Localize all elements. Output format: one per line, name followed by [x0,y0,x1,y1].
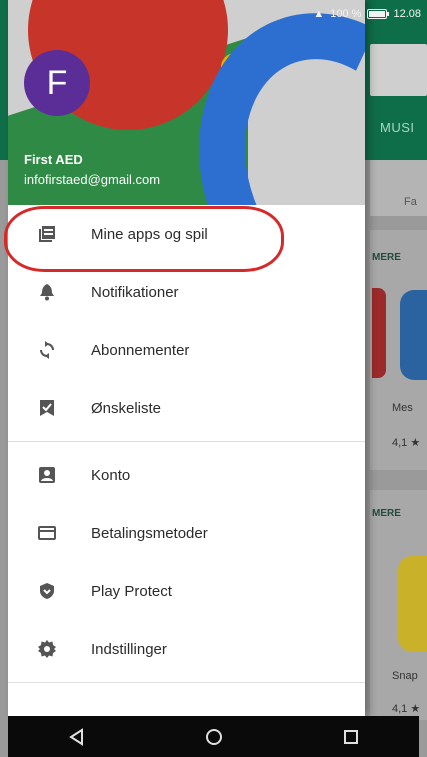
background-app-label: Snap [392,670,418,682]
shield-icon [38,582,56,600]
clock: 12.08 [393,8,421,20]
background-category[interactable] [370,160,427,216]
back-button[interactable] [57,716,97,757]
background-category-label: Fa [404,196,417,208]
menu-item-notifications[interactable]: Notifikationer [8,263,365,321]
card-icon [38,524,56,542]
gear-icon [38,640,56,658]
menu-item-label: Indstillinger [91,640,167,658]
menu-item-label: Betalingsmetoder [91,524,208,542]
home-button[interactable] [194,716,234,757]
menu-item-label: Play Protect [91,582,172,600]
wishlist-icon [38,399,56,417]
drawer-menu: Mine apps og spil Notifikationer Abonnem… [8,205,365,683]
menu-item-account[interactable]: Konto [8,446,365,504]
menu-item-label: Ønskeliste [91,399,162,417]
refresh-icon [38,341,56,359]
menu-item-label: Notifikationer [91,283,179,301]
background-more-link[interactable]: MERE [372,252,401,263]
menu-item-my-apps[interactable]: Mine apps og spil [8,205,365,263]
menu-item-wishlist[interactable]: Ønskeliste [8,379,365,437]
menu-item-play-protect[interactable]: Play Protect [8,562,365,620]
account-name: First AED [24,152,83,167]
menu-item-settings[interactable]: Indstillinger [8,620,365,678]
battery-percent: 100 % [330,8,362,20]
recents-button[interactable] [331,716,371,757]
background-app-rating: 4,1 ★ [392,437,421,449]
menu-item-label: Konto [91,466,131,484]
menu-item-label: Abonnementer [91,341,190,359]
divider [8,441,365,442]
background-tab[interactable]: MUSI [380,120,415,135]
navigation-drawer: F First AED infofirstaed@gmail.com Mine … [8,0,365,716]
menu-item-subscriptions[interactable]: Abonnementer [8,321,365,379]
bell-icon [38,283,56,301]
home-icon [205,728,222,745]
battery-icon [367,9,390,19]
background-app-label: Mes [392,402,413,414]
drawer-header: F First AED infofirstaed@gmail.com [8,0,365,205]
account-icon [38,466,56,484]
recents-icon [343,729,358,744]
background-search-box[interactable] [370,44,427,96]
avatar[interactable]: F [24,50,90,116]
divider [8,682,365,683]
apps-icon [38,225,56,243]
background-app-icon[interactable] [372,288,386,378]
background-app-icon[interactable] [400,290,427,380]
background-app-rating: 4,1 ★ [392,703,421,715]
background-more-link[interactable]: MERE [372,508,401,519]
background-app-icon[interactable] [398,556,427,652]
signal-icon: ▲ [313,8,325,20]
status-bar: ▲ 100 % 12.08 [0,0,427,28]
navigation-bar [8,716,419,757]
menu-item-label: Mine apps og spil [91,225,208,243]
menu-item-payment-methods[interactable]: Betalingsmetoder [8,504,365,562]
back-icon [68,727,83,746]
account-email[interactable]: infofirstaed@gmail.com [24,172,160,187]
